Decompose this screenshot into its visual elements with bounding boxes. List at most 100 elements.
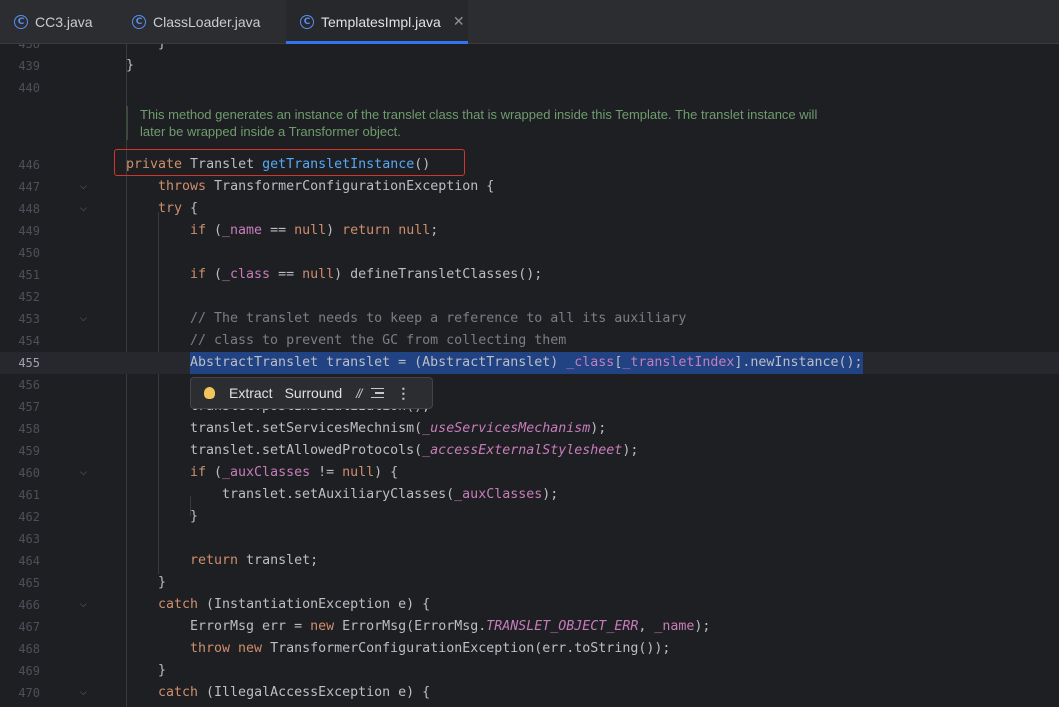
floating-toolbar: Extract Surround // ⋮ xyxy=(190,377,433,409)
tab-label: CC3.java xyxy=(35,13,93,30)
code-line-current: 455 AbstractTranslet translet = (Abstrac… xyxy=(0,352,1059,374)
code-text: if (_auxClasses != null) { xyxy=(190,465,399,480)
java-class-icon: C xyxy=(14,14,28,29)
code-comment: // class to prevent the GC from collecti… xyxy=(190,333,567,348)
java-class-icon: C xyxy=(300,14,314,29)
line-number: 469 xyxy=(18,664,40,678)
line-number: 440 xyxy=(18,81,40,95)
line-number: 461 xyxy=(18,488,40,502)
code-line: 452 xyxy=(0,286,1059,308)
code-text: return translet; xyxy=(190,553,319,568)
code-text: catch (InstantiationException e) { xyxy=(158,597,431,612)
line-number: 454 xyxy=(18,334,40,348)
code-line: 438 } xyxy=(0,44,1059,55)
chevron-down-icon[interactable]: ⌵ xyxy=(80,682,90,704)
code-line: 465 } xyxy=(0,572,1059,594)
code-text: } xyxy=(158,44,166,55)
code-line: 447 ⌵ throws TransformerConfigurationExc… xyxy=(0,176,1059,198)
tab-label: TemplatesImpl.java xyxy=(321,13,441,30)
comment-button[interactable]: // xyxy=(356,386,362,401)
line-number: 464 xyxy=(18,554,40,568)
line-number: 446 xyxy=(18,158,40,172)
code-line: 468 throw new TransformerConfigurationEx… xyxy=(0,638,1059,660)
extract-button[interactable]: Extract xyxy=(229,385,273,401)
lightbulb-icon[interactable] xyxy=(204,387,215,399)
code-text: translet.setServicesMechnism(_useService… xyxy=(190,421,607,436)
code-line: 454 // class to prevent the GC from coll… xyxy=(0,330,1059,352)
code-line: 470 ⌵ catch (IllegalAccessException e) { xyxy=(0,682,1059,704)
chevron-down-icon[interactable]: ⌵ xyxy=(80,308,90,330)
chevron-down-icon[interactable]: ⌵ xyxy=(80,462,90,484)
code-text: translet.setAllowedProtocols(_accessExte… xyxy=(190,443,639,458)
code-line: 440 xyxy=(0,77,1059,99)
code-line: 450 xyxy=(0,242,1059,264)
code-text: throw new TransformerConfigurationExcept… xyxy=(190,641,671,656)
line-number: 462 xyxy=(18,510,40,524)
code-text: if (_name == null) return null; xyxy=(190,223,439,238)
java-class-icon: C xyxy=(132,14,146,29)
code-line: 467 ErrorMsg err = new ErrorMsg(ErrorMsg… xyxy=(0,616,1059,638)
tab-label: ClassLoader.java xyxy=(153,13,261,30)
line-number: 456 xyxy=(18,378,40,392)
line-number: 451 xyxy=(18,268,40,282)
code-line: 460 ⌵ if (_auxClasses != null) { xyxy=(0,462,1059,484)
close-icon[interactable]: ✕ xyxy=(453,13,465,30)
code-text: if (_class == null) defineTransletClasse… xyxy=(190,267,543,282)
rendered-doc-comment[interactable]: This method generates an instance of the… xyxy=(126,106,840,140)
code-line: 457 translet.postInitialization(); xyxy=(0,396,1059,418)
code-text: catch (IllegalAccessException e) { xyxy=(158,685,431,700)
code-line: 453 ⌵ // The translet needs to keep a re… xyxy=(0,308,1059,330)
code-line: 449 if (_name == null) return null; xyxy=(0,220,1059,242)
code-line: 459 translet.setAllowedProtocols(_access… xyxy=(0,440,1059,462)
code-text: } xyxy=(158,663,167,678)
line-number: 459 xyxy=(18,444,40,458)
line-number: 458 xyxy=(18,422,40,436)
tab-cc3-java[interactable]: C CC3.java xyxy=(0,0,118,43)
code-line: 439 } xyxy=(0,55,1059,77)
code-text: ErrorMsg err = new ErrorMsg(ErrorMsg.TRA… xyxy=(190,619,711,634)
code-comment: // The translet needs to keep a referenc… xyxy=(190,311,687,326)
code-line: 464 return translet; xyxy=(0,550,1059,572)
line-number: 453 xyxy=(18,312,40,326)
tab-classloader-java[interactable]: C ClassLoader.java xyxy=(118,0,286,43)
code-line: 461 translet.setAuxiliaryClasses(_auxCla… xyxy=(0,484,1059,506)
line-number: 460 xyxy=(18,466,40,480)
code-line: 462 } xyxy=(0,506,1059,528)
chevron-down-icon[interactable]: ⌵ xyxy=(80,198,90,220)
line-number: 455 xyxy=(18,356,40,370)
code-line: 448 ⌵ try { xyxy=(0,198,1059,220)
code-line: 458 translet.setServicesMechnism(_useSer… xyxy=(0,418,1059,440)
code-line: 466 ⌵ catch (InstantiationException e) { xyxy=(0,594,1059,616)
more-vertical-icon[interactable]: ⋮ xyxy=(396,385,410,402)
code-line: 451 if (_class == null) defineTransletCl… xyxy=(0,264,1059,286)
line-number: 457 xyxy=(18,400,40,414)
line-number: 452 xyxy=(18,290,40,304)
line-number: 439 xyxy=(18,59,40,73)
annotation-highlight-box xyxy=(114,149,465,176)
line-number: 449 xyxy=(18,224,40,238)
code-editor[interactable]: 438 } 439 } 440 This method generates an… xyxy=(0,44,1059,707)
code-line: 469 } xyxy=(0,660,1059,682)
line-number: 450 xyxy=(18,246,40,260)
selected-code[interactable]: AbstractTranslet translet = (AbstractTra… xyxy=(190,352,863,374)
tab-templatesimpl-java[interactable]: C TemplatesImpl.java ✕ xyxy=(286,0,468,44)
chevron-down-icon[interactable]: ⌵ xyxy=(80,176,90,198)
code-text: } xyxy=(190,509,199,524)
editor-tab-bar: C CC3.java C ClassLoader.java C Template… xyxy=(0,0,1059,44)
line-number: 470 xyxy=(18,686,40,700)
code-text: } xyxy=(126,58,135,73)
code-line: 463 xyxy=(0,528,1059,550)
reformat-icon[interactable] xyxy=(371,387,385,399)
surround-button[interactable]: Surround xyxy=(285,385,343,401)
code-text: try { xyxy=(158,201,199,216)
line-number: 467 xyxy=(18,620,40,634)
line-number: 447 xyxy=(18,180,40,194)
line-number: 466 xyxy=(18,598,40,612)
code-line: 456 xyxy=(0,374,1059,396)
line-number: 465 xyxy=(18,576,40,590)
line-number: 468 xyxy=(18,642,40,656)
chevron-down-icon[interactable]: ⌵ xyxy=(80,594,90,616)
line-number: 438 xyxy=(18,44,40,51)
code-text: translet.setAuxiliaryClasses(_auxClasses… xyxy=(222,487,559,502)
code-text: } xyxy=(158,575,167,590)
